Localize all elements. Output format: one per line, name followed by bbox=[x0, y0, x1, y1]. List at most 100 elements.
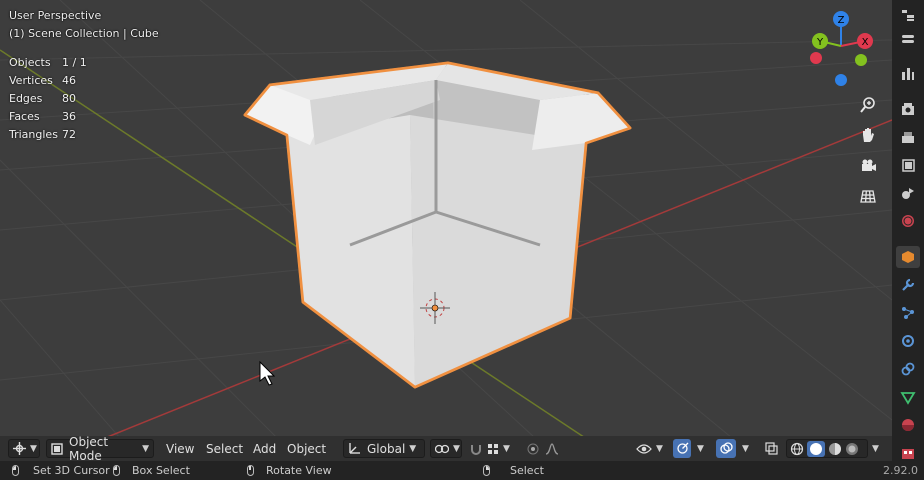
3d-viewport[interactable]: User Perspective (1) Scene Collection | … bbox=[0, 0, 892, 461]
mouse-left-icon bbox=[12, 465, 19, 476]
chevron-down-icon: ▼ bbox=[30, 443, 37, 454]
status-box-select: Box Select bbox=[113, 461, 190, 480]
grid-icon[interactable] bbox=[856, 184, 880, 208]
status-set-cursor: Set 3D Cursor bbox=[12, 461, 110, 480]
chevron-down-icon: ▼ bbox=[142, 443, 149, 454]
chevron-down-icon: ▼ bbox=[872, 443, 879, 454]
solid-shading-icon[interactable] bbox=[807, 440, 825, 457]
material-icon[interactable] bbox=[896, 414, 920, 436]
overlay-icon bbox=[719, 442, 733, 455]
chevron-down-icon: ▼ bbox=[697, 443, 704, 454]
menu-select[interactable]: Select bbox=[200, 439, 249, 458]
gizmo-z-label: Z bbox=[838, 15, 845, 26]
proportional-edit-icon bbox=[527, 443, 539, 455]
shading-dropdown[interactable]: ▼ bbox=[868, 439, 882, 458]
rendered-shading-icon[interactable] bbox=[845, 442, 859, 456]
gizmo-dropdown[interactable]: ▼ bbox=[693, 439, 707, 458]
stat-label: Objects bbox=[9, 56, 51, 69]
stat-row: Triangles 72 bbox=[9, 126, 87, 144]
modifier-icon[interactable] bbox=[896, 274, 920, 296]
mouse-drag-icon bbox=[113, 465, 120, 476]
view-layer-icon[interactable] bbox=[896, 154, 920, 176]
visibility-icon bbox=[636, 443, 652, 455]
stat-label: Faces bbox=[9, 110, 40, 123]
proportional-edit-toggle[interactable] bbox=[526, 439, 540, 458]
view-title: User Perspective bbox=[9, 9, 102, 22]
orientation-dropdown[interactable]: Global ▼ bbox=[343, 439, 425, 458]
overlay-dropdown[interactable]: ▼ bbox=[738, 439, 752, 458]
stat-row: Edges 80 bbox=[9, 90, 87, 108]
version-label: 2.92.0 bbox=[883, 464, 918, 477]
texture-icon[interactable] bbox=[896, 442, 920, 460]
output-icon[interactable] bbox=[896, 126, 920, 148]
zoom-icon[interactable] bbox=[856, 93, 880, 117]
menu-object[interactable]: Object bbox=[281, 439, 332, 458]
constraints-icon[interactable] bbox=[896, 358, 920, 380]
snap-grid-icon bbox=[487, 443, 499, 455]
snap-icon bbox=[470, 443, 482, 455]
chevron-down-icon: ▼ bbox=[453, 443, 460, 454]
orientation-label: Global bbox=[367, 441, 406, 456]
mode-dropdown[interactable]: Object Mode ▼ bbox=[46, 435, 154, 463]
stat-value: 46 bbox=[62, 74, 76, 87]
xray-toggle[interactable] bbox=[762, 439, 780, 458]
particles-icon[interactable] bbox=[896, 302, 920, 324]
world-icon[interactable] bbox=[896, 210, 920, 232]
menu-add[interactable]: Add bbox=[247, 439, 282, 458]
object-icon[interactable] bbox=[896, 246, 920, 268]
mouse-cursor-icon bbox=[259, 360, 276, 386]
editor-type-dropdown[interactable]: ▼ bbox=[8, 439, 40, 458]
editor-type-icon bbox=[13, 442, 26, 455]
gizmo-toggle[interactable] bbox=[673, 439, 691, 458]
camera-icon[interactable] bbox=[856, 154, 880, 178]
pivot-dropdown[interactable]: ▼ bbox=[430, 439, 462, 458]
stat-label: Vertices bbox=[9, 74, 53, 87]
gizmo-x-label: X bbox=[862, 37, 869, 48]
cube-object bbox=[243, 61, 632, 389]
navigation-gizmo[interactable]: Z Y X bbox=[806, 8, 878, 90]
properties-tabs[interactable] bbox=[892, 0, 924, 461]
shading-mode-group bbox=[786, 439, 868, 458]
properties-icon[interactable] bbox=[896, 28, 920, 50]
status-bar: Set 3D Cursor Box Select Rotate View Sel… bbox=[0, 461, 924, 480]
falloff-dropdown[interactable] bbox=[545, 439, 563, 458]
data-icon[interactable] bbox=[896, 386, 920, 408]
menu-view[interactable]: View bbox=[160, 439, 200, 458]
pivot-icon bbox=[435, 443, 449, 455]
scene-icon[interactable] bbox=[896, 182, 920, 204]
material-shading-icon[interactable] bbox=[828, 442, 842, 456]
falloff-curve-icon bbox=[545, 442, 559, 455]
tool-icon[interactable] bbox=[896, 63, 920, 85]
status-set-cursor-label: Set 3D Cursor bbox=[33, 464, 110, 477]
viewport-header: ▼ Object Mode ▼ View Select Add Object G… bbox=[0, 435, 892, 463]
stat-label: Edges bbox=[9, 92, 43, 105]
mouse-right-icon bbox=[483, 465, 490, 476]
hand-pan-icon[interactable] bbox=[856, 123, 880, 147]
scene-canvas[interactable] bbox=[0, 0, 892, 461]
gizmo-y-label: Y bbox=[816, 37, 824, 48]
statistics-overlay: Objects 1 / 1 Vertices 46 Edges 80 Faces 36 … bbox=[9, 54, 87, 144]
status-rotate-view: Rotate View bbox=[247, 461, 332, 480]
mouse-middle-icon bbox=[247, 465, 254, 476]
stat-row: Faces 36 bbox=[9, 108, 87, 126]
render-icon[interactable] bbox=[896, 98, 920, 120]
outliner-icon[interactable] bbox=[896, 4, 920, 26]
physics-icon[interactable] bbox=[896, 330, 920, 352]
visibility-dropdown[interactable]: ▼ bbox=[636, 439, 668, 458]
stat-row: Vertices 46 bbox=[9, 72, 87, 90]
chevron-down-icon: ▼ bbox=[742, 443, 749, 454]
overlay-toggle[interactable] bbox=[716, 439, 736, 458]
chevron-down-icon: ▼ bbox=[409, 443, 417, 454]
mode-label: Object Mode bbox=[69, 434, 109, 463]
status-select: Select bbox=[483, 461, 544, 480]
transform-orientation-icon bbox=[348, 442, 361, 455]
stat-row: Objects 1 / 1 bbox=[9, 54, 87, 72]
snap-target-dropdown[interactable]: ▼ bbox=[487, 439, 519, 458]
stat-value: 1 / 1 bbox=[62, 56, 87, 69]
wireframe-shading-icon[interactable] bbox=[790, 442, 804, 456]
status-select-label: Select bbox=[510, 464, 544, 477]
gizmo-icon bbox=[676, 442, 689, 455]
chevron-down-icon: ▼ bbox=[656, 443, 663, 454]
object-mode-icon bbox=[51, 442, 63, 455]
snap-toggle[interactable] bbox=[468, 439, 484, 458]
